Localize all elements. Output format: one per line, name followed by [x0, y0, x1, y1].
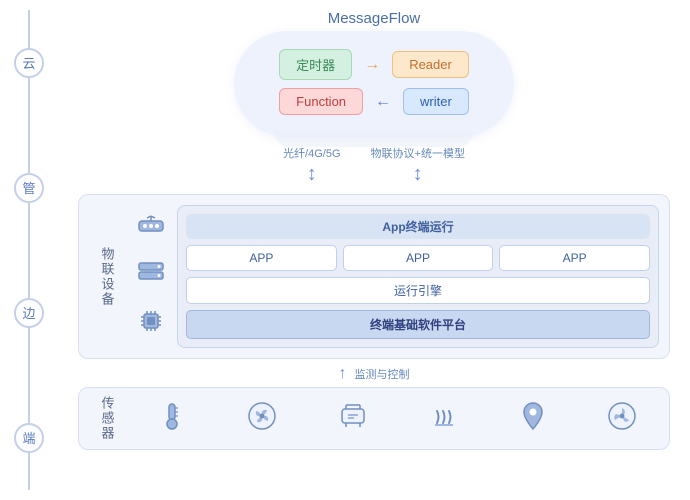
app-box-2: APP	[343, 245, 494, 271]
main-content: MessageFlow 定时器 → Reader Function ← writ…	[58, 0, 690, 500]
monitor-arrow: ↑	[339, 365, 347, 383]
left-connector: 光纤/4G/5G ↕	[283, 145, 340, 186]
end-node: 端	[14, 423, 44, 453]
timeline-nodes: 云 管 边 端	[14, 0, 44, 500]
pipe-node: 管	[14, 173, 44, 203]
timer-box: 定时器	[279, 49, 352, 80]
edge-node: 边	[14, 298, 44, 328]
cloud-title: MessageFlow	[328, 10, 421, 27]
cloud-shape: 定时器 → Reader Function ← writer	[234, 31, 514, 137]
fiber-label: 光纤/4G/5G	[283, 145, 340, 161]
router-icon	[137, 213, 165, 241]
iot-devices-label: 物联设备	[89, 205, 125, 348]
sensor-label-text: 传感器	[98, 396, 117, 441]
edge-section: 物联设备	[78, 194, 670, 359]
location-icon	[520, 401, 546, 436]
temperature-humidity-icon	[158, 400, 186, 437]
connector-arrow-down: ↕	[413, 163, 423, 186]
connector-row: 光纤/4G/5G ↕ 物联协议+统一模型 ↕	[78, 145, 670, 186]
app-box-1: APP	[186, 245, 337, 271]
end-section: 传感器	[78, 387, 670, 450]
iot-label-text: 物联设备	[98, 247, 117, 307]
function-box: Function	[279, 88, 363, 115]
cloud-node: 云	[14, 48, 44, 78]
iot-protocol-label: 物联协议+统一模型	[371, 145, 465, 161]
app-runtime-title: App终端运行	[186, 214, 650, 239]
server-icon	[137, 261, 165, 287]
reader-box: Reader	[392, 51, 469, 78]
heat-icon	[429, 401, 459, 436]
monitor-label: 监测与控制	[355, 366, 410, 382]
sensor-label: 传感器	[89, 396, 125, 441]
chip-icon	[138, 308, 164, 340]
turbine-icon	[607, 401, 637, 436]
arrow-right-1: →	[364, 56, 380, 74]
edge-apps-row: APP APP APP	[186, 245, 650, 271]
hardware-platform: 终端基础软件平台	[186, 310, 650, 339]
fan-icon	[247, 401, 277, 436]
arrow-left-1: ←	[375, 93, 391, 111]
writer-box: writer	[403, 88, 469, 115]
runtime-engine: 运行引擎	[186, 277, 650, 304]
connector-arrow-up: ↕	[307, 163, 317, 186]
flow-icon	[338, 401, 368, 436]
cloud-section: MessageFlow 定时器 → Reader Function ← writ…	[78, 10, 670, 137]
monitor-row: ↑ 监测与控制	[78, 365, 670, 383]
cloud-row-2: Function ← writer	[279, 88, 469, 115]
edge-app-content: App终端运行 APP APP APP 运行引擎 终端基础软件平台	[177, 205, 659, 348]
cloud-row-1: 定时器 → Reader	[279, 49, 469, 80]
sensor-icons-row	[135, 400, 659, 437]
right-connector: 物联协议+统一模型 ↕	[371, 145, 465, 186]
device-icons	[135, 205, 167, 348]
app-box-3: APP	[499, 245, 650, 271]
